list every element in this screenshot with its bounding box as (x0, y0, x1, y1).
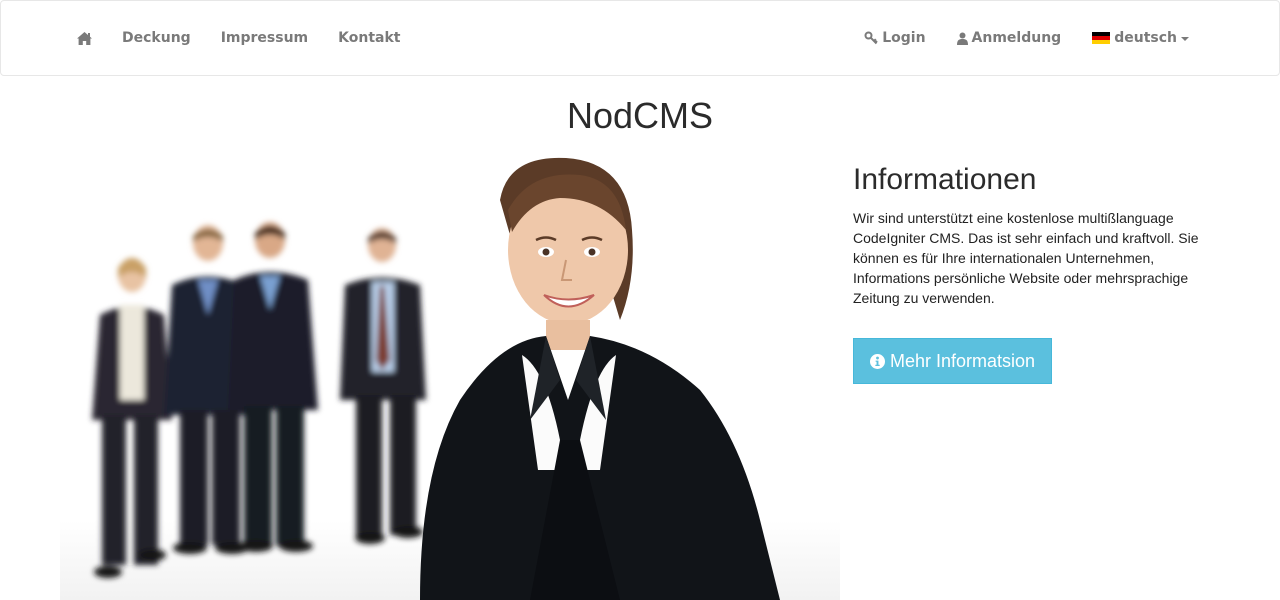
more-info-label: Mehr Informatsion (889, 350, 1036, 371)
home-link[interactable] (76, 31, 93, 46)
login-label: Login (882, 30, 926, 46)
language-dropdown[interactable]: deutsch (1092, 30, 1189, 46)
login-link[interactable]: Login (864, 30, 926, 46)
navbar: Deckung Impressum Kontakt Login Anmeldun… (0, 0, 1280, 76)
home-icon (77, 31, 92, 45)
german-flag-icon (1092, 31, 1111, 45)
business-team-photo (60, 157, 840, 600)
nav-link-deckung[interactable]: Deckung (122, 30, 191, 46)
page-title: NodCMS (566, 95, 714, 136)
info-description: Wir sind unterstützt eine kostenlose mul… (853, 210, 1199, 306)
info-circle-icon (869, 353, 885, 369)
info-heading: Informationen (853, 163, 1037, 196)
register-link[interactable]: Anmeldung (956, 30, 1062, 46)
register-label: Anmeldung (971, 30, 1062, 46)
key-icon (864, 31, 878, 45)
user-icon (956, 32, 968, 45)
nav-left: Deckung Impressum Kontakt (76, 1, 430, 75)
nav-link-kontakt[interactable]: Kontakt (338, 30, 400, 46)
caret-down-icon (1181, 37, 1189, 41)
nav-link-impressum[interactable]: Impressum (221, 30, 308, 46)
nav-right: Login Anmeldung deutsch (833, 1, 1189, 75)
more-info-button[interactable]: Mehr Informatsion (853, 338, 1052, 384)
language-label: deutsch (1114, 30, 1177, 46)
